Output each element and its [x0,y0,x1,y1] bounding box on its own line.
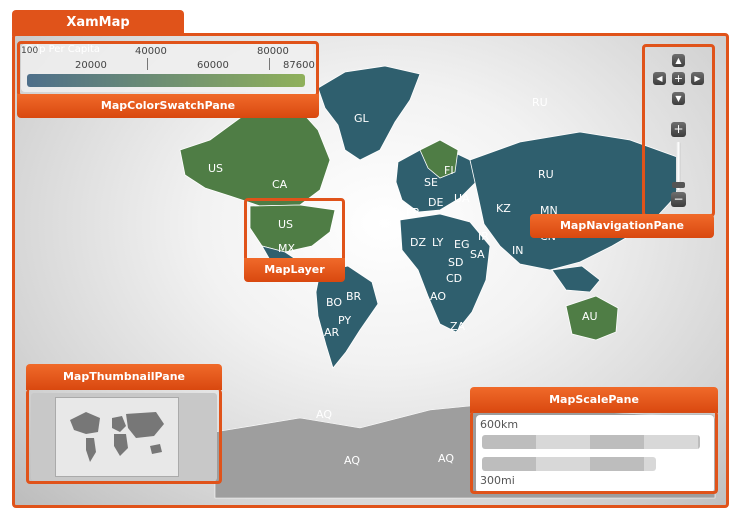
label-aq-1: AQ [316,408,332,421]
label-fi: FI [444,164,454,177]
southeast-asia [551,265,601,293]
maplayer-callout-box [244,198,345,262]
label-ru: RU [538,168,554,181]
label-au: AU [582,310,598,323]
label-fr: FR [406,206,420,219]
label-ly: LY [432,236,444,249]
label-ca: CA [272,178,288,191]
label-us-alaska: US [208,162,223,175]
thumbnail-callout-box [26,389,222,484]
label-ir: IR [478,230,489,243]
maplayer-callout-label: MapLayer [244,258,345,282]
label-sd: SD [448,256,463,269]
thumbnail-callout-label: MapThumbnailPane [26,364,222,390]
label-py: PY [338,314,351,327]
label-ua: UA [454,192,470,205]
swatch-callout-box [17,41,319,97]
label-de: DE [428,196,443,209]
label-ao: AO [430,290,446,303]
label-kz: KZ [496,202,511,215]
navigation-callout-label: MapNavigationPane [530,214,714,238]
label-sa: SA [470,248,485,261]
label-br: BR [346,290,362,303]
label-in: IN [512,244,523,257]
label-za: ZA [450,320,466,333]
label-gl: GL [354,112,370,125]
label-ru-small: RU [532,96,548,109]
label-ar: AR [324,326,340,339]
label-cd: CD [446,272,462,285]
navigation-callout-box [642,44,715,217]
scale-callout-label: MapScalePane [470,387,718,413]
scale-callout-box [470,411,718,494]
africa [399,213,491,333]
swatch-callout-label: MapColorSwatchPane [17,94,319,118]
label-bo: BO [326,296,342,309]
greenland [317,65,421,161]
label-eg: EG [454,238,469,251]
label-aq-3: AQ [438,452,454,465]
label-aq-2: AQ [344,454,360,467]
label-se: SE [424,176,438,189]
label-dz: DZ [410,236,426,249]
